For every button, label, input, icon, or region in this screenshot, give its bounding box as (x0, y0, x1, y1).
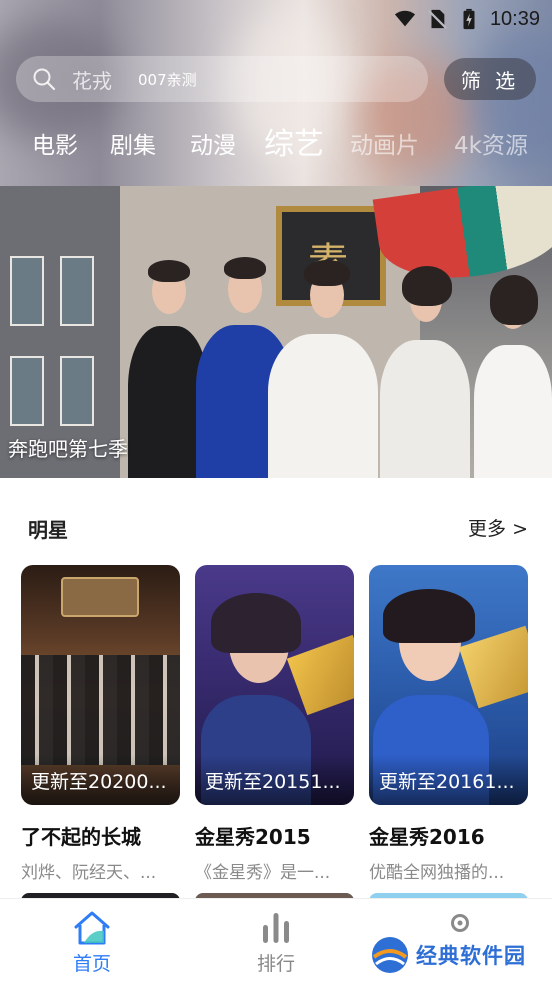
banner-title: 奔跑吧第七季 (8, 437, 128, 461)
wifi-icon (394, 10, 416, 27)
card-desc: 《金星秀》是一... (195, 863, 331, 883)
poster-logo (61, 577, 139, 617)
search-tag: 007亲测 (138, 70, 197, 89)
tab-movie[interactable]: 电影 (32, 118, 78, 168)
no-sim-icon (427, 9, 447, 29)
update-badge: 更新至20200... (21, 755, 180, 805)
home-icon (74, 911, 110, 945)
featured-banner[interactable]: 素 奔跑吧第七季 (0, 186, 552, 478)
card-poster[interactable]: 更新至20161... (369, 565, 528, 805)
tab-cartoon[interactable]: 动画片 (350, 118, 419, 168)
ranking-icon (263, 913, 289, 943)
card-title: 金星秀2016 (369, 825, 485, 849)
header: 10:39 花戎 007亲测 筛 选 电影 剧集 动漫 综艺 动画片 4k资源 (0, 0, 552, 186)
poster-hair (383, 589, 475, 643)
section-title: 明星 (28, 518, 68, 542)
banner-window (10, 256, 44, 326)
banner-window (60, 256, 94, 326)
nav-ranking-label: 排行 (256, 953, 295, 975)
card-poster[interactable]: 更新至20151... (195, 565, 354, 805)
nav-home-label: 首页 (72, 953, 111, 975)
status-time: 10:39 (489, 7, 540, 30)
card-title: 了不起的长城 (21, 825, 141, 849)
card-desc: 优酷全网独播的... (369, 863, 505, 883)
more-link[interactable]: 更多 > (468, 514, 528, 541)
update-badge: 更新至20161... (369, 755, 528, 805)
card-title: 金星秀2015 (195, 825, 311, 849)
banner-window (10, 356, 44, 426)
banner-person (468, 253, 552, 478)
watermark-text: 经典软件园 (416, 944, 526, 968)
banner-window (60, 356, 94, 426)
banner-person (380, 248, 470, 478)
search-icon (33, 68, 56, 91)
media-card[interactable]: 更新至20200... 了不起的长城 刘烨、阮经天、... (21, 565, 180, 883)
tab-variety[interactable]: 综艺 (264, 116, 324, 166)
status-bar: 10:39 (394, 6, 540, 32)
update-badge: 更新至20151... (195, 755, 354, 805)
nav-home[interactable]: 首页 (42, 899, 142, 983)
search-placeholder[interactable]: 花戎 (72, 65, 112, 94)
tab-anime[interactable]: 动漫 (190, 118, 236, 168)
filter-button[interactable]: 筛 选 (444, 58, 536, 100)
category-tabs: 电影 剧集 动漫 综艺 动画片 4k资源 (0, 118, 552, 168)
watermark-logo-icon (372, 937, 408, 973)
poster-people (21, 655, 180, 765)
tab-4k[interactable]: 4k资源 (454, 118, 528, 168)
battery-charging-icon (463, 8, 475, 30)
tab-series[interactable]: 剧集 (110, 118, 156, 168)
card-desc: 刘烨、阮经天、... (21, 863, 157, 883)
media-card[interactable]: 更新至20151... 金星秀2015 《金星秀》是一... (195, 565, 354, 883)
watermark: 经典软件园 (370, 934, 540, 976)
media-card[interactable]: 更新至20161... 金星秀2016 优酷全网独播的... (369, 565, 528, 883)
poster-hair (211, 593, 301, 653)
card-poster[interactable]: 更新至20200... (21, 565, 180, 805)
nav-ranking[interactable]: 排行 (226, 899, 326, 983)
search-bar[interactable]: 花戎 007亲测 (16, 56, 428, 102)
banner-person (268, 246, 378, 478)
